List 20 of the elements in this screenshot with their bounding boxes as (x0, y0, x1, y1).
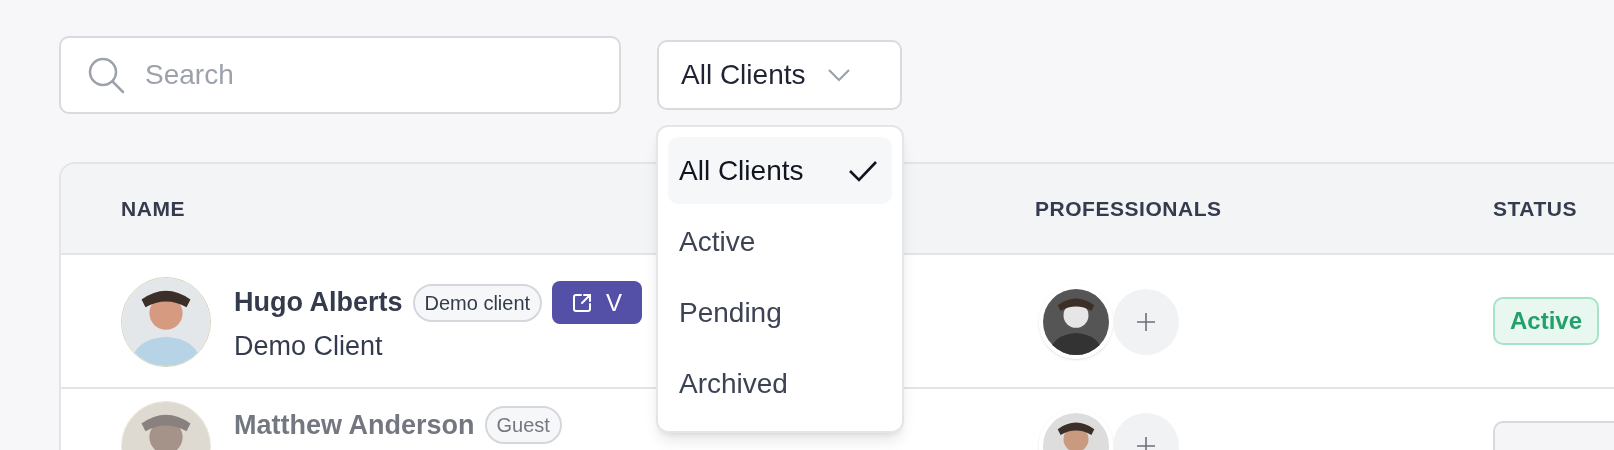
view-button[interactable]: V (552, 281, 643, 324)
plus-icon (1136, 436, 1156, 450)
client-filter-dropdown[interactable]: All Clients (657, 40, 902, 110)
search-icon (86, 55, 126, 95)
search-field[interactable]: Search (59, 36, 621, 114)
dropdown-option[interactable]: Archived (668, 350, 892, 417)
client-name: Matthew Anderson (234, 409, 475, 442)
column-header: NAME (120, 195, 186, 222)
dropdown-option[interactable]: All Clients (668, 137, 892, 204)
dropdown-option[interactable]: Pending (668, 279, 892, 346)
chevron-down-icon (827, 68, 852, 82)
client-tag: Guest (484, 406, 562, 445)
client-name: Hugo Alberts (234, 286, 403, 320)
client-tag: Demo client (412, 283, 543, 322)
column-header: PROFESSIONALS (1034, 195, 1223, 222)
plus-icon (1136, 312, 1156, 332)
status-badge: Active (1493, 297, 1600, 345)
client-subtitle: Demo Client (234, 330, 384, 363)
dropdown-option[interactable]: Active (668, 208, 892, 275)
column-header: STATUS (1492, 195, 1579, 222)
